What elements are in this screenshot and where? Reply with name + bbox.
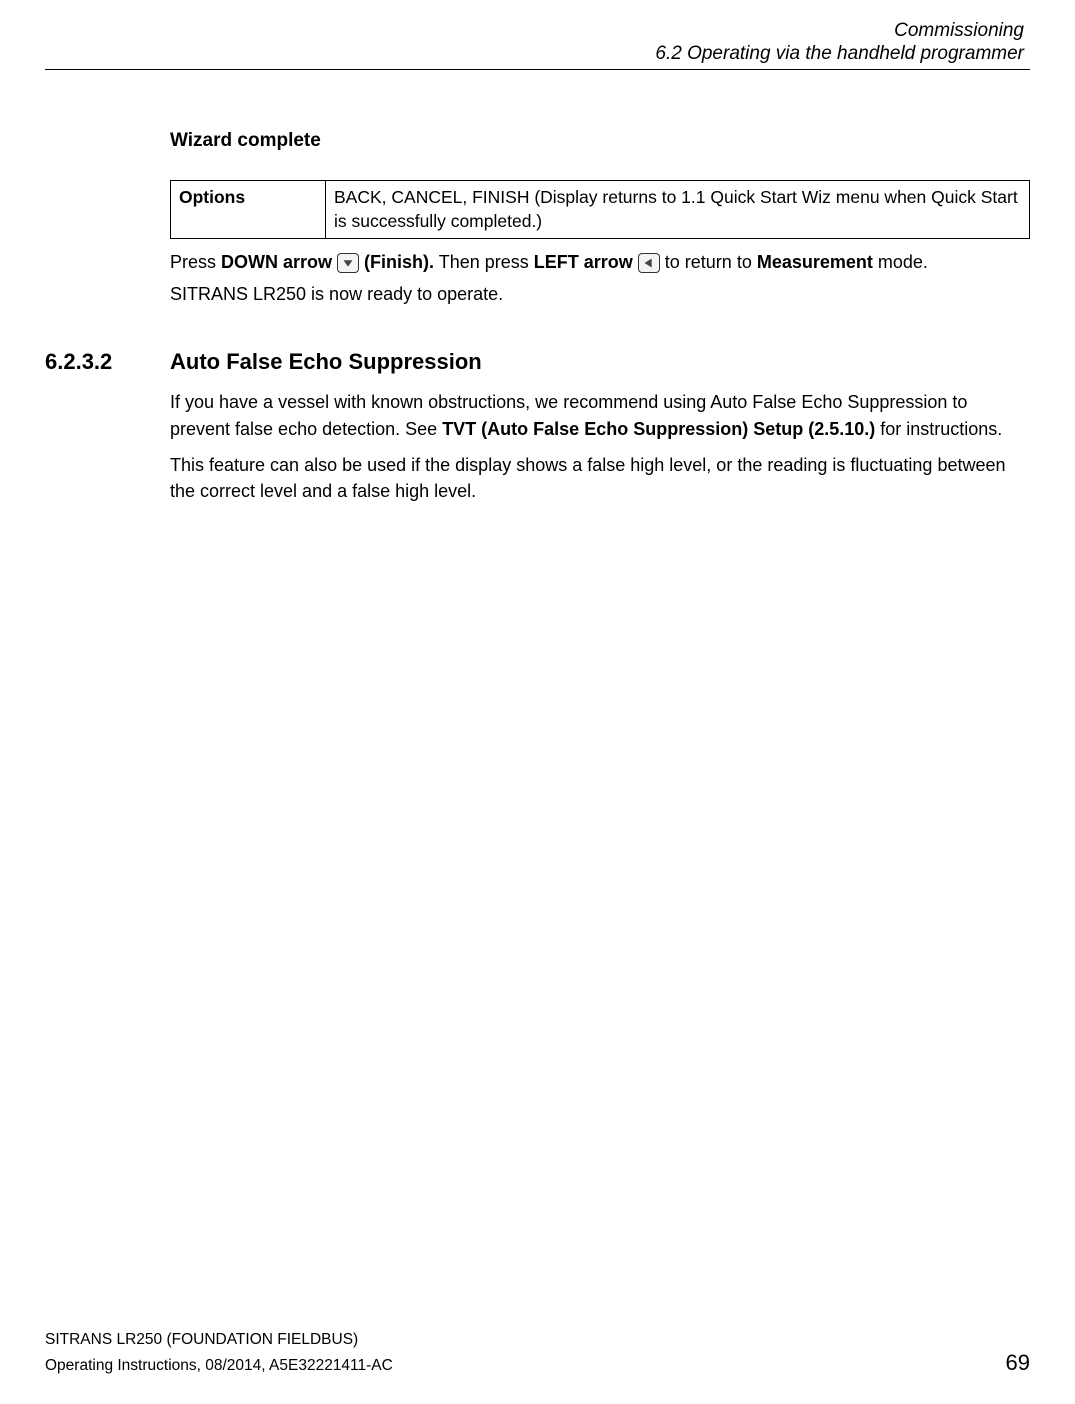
p1-part-c: for instructions.: [875, 419, 1002, 439]
footer-product: SITRANS LR250 (FOUNDATION FIELDBUS): [45, 1330, 1030, 1350]
ready-text: SITRANS LR250 is now ready to operate.: [170, 281, 1030, 307]
section-para-1: If you have a vessel with known obstruct…: [170, 389, 1030, 441]
text-left-arrow: LEFT arrow: [534, 252, 638, 272]
page-footer: SITRANS LR250 (FOUNDATION FIELDBUS) Oper…: [45, 1330, 1030, 1376]
wizard-complete-heading: Wizard complete: [170, 130, 1030, 152]
options-table: Options BACK, CANCEL, FINISH (Display re…: [170, 180, 1030, 239]
options-value-cell: BACK, CANCEL, FINISH (Display returns to…: [326, 181, 1030, 239]
section-heading-row: 6.2.3.2 Auto False Echo Suppression: [45, 349, 1030, 375]
content-area: Wizard complete Options BACK, CANCEL, FI…: [45, 130, 1030, 504]
text-down-arrow: DOWN arrow: [221, 252, 337, 272]
options-label-cell: Options: [171, 181, 326, 239]
text-mode: mode.: [873, 252, 928, 272]
text-measurement: Measurement: [757, 252, 873, 272]
text-finish: (Finish).: [359, 252, 434, 272]
left-arrow-key-icon: [638, 253, 660, 273]
p1-part-b: TVT (Auto False Echo Suppression) Setup …: [442, 419, 875, 439]
section-number: 6.2.3.2: [45, 349, 170, 375]
text-press: Press: [170, 252, 221, 272]
page-header: Commissioning 6.2 Operating via the hand…: [45, 20, 1030, 65]
footer-docinfo: Operating Instructions, 08/2014, A5E3222…: [45, 1357, 393, 1375]
page-number: 69: [1006, 1350, 1030, 1376]
table-row: Options BACK, CANCEL, FINISH (Display re…: [171, 181, 1030, 239]
header-chapter: Commissioning: [45, 20, 1024, 42]
section-title: Auto False Echo Suppression: [170, 349, 482, 375]
text-then: Then press: [434, 252, 534, 272]
header-section: 6.2 Operating via the handheld programme…: [45, 43, 1024, 65]
header-rule: [45, 69, 1030, 70]
text-return: to return to: [660, 252, 757, 272]
section-para-2: This feature can also be used if the dis…: [170, 452, 1030, 504]
press-instruction: Press DOWN arrow (Finish). Then press LE…: [170, 249, 1030, 275]
down-arrow-key-icon: [337, 253, 359, 273]
